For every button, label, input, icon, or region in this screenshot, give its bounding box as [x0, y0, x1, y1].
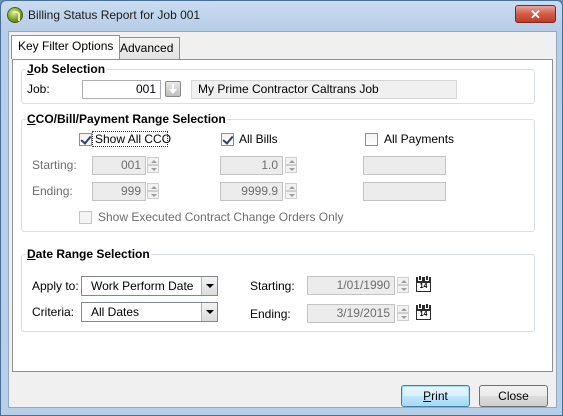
title-bar[interactable]: Billing Status Report for Job 001 ✕: [1, 1, 562, 31]
spin-down-icon[interactable]: [397, 285, 409, 293]
cco-start-input[interactable]: 001: [92, 156, 146, 175]
spin-down-icon[interactable]: [397, 313, 409, 321]
job-label: Job:: [27, 82, 50, 96]
job-lookup-arrow-icon[interactable]: [165, 81, 181, 97]
date-end-input[interactable]: 3/19/2015: [307, 304, 395, 323]
chevron-down-icon[interactable]: [201, 277, 217, 295]
criteria-dropdown[interactable]: All Dates: [81, 302, 218, 322]
criteria-value: All Dates: [91, 305, 140, 319]
bill-end-input[interactable]: 9999.9: [220, 182, 283, 201]
window-close-button[interactable]: ✕: [515, 5, 556, 23]
spin-up-icon[interactable]: [397, 277, 409, 285]
apply-to-dropdown[interactable]: Work Perform Date: [81, 276, 218, 296]
tab-advanced[interactable]: Advanced: [113, 37, 181, 59]
job-number-input[interactable]: 001: [82, 80, 161, 99]
spin-up-icon[interactable]: [147, 183, 159, 191]
close-button[interactable]: Close: [479, 385, 548, 407]
cco-end-spinner[interactable]: [147, 183, 160, 200]
dialog-client-area: Key Filter Options Advanced Job Selectio…: [8, 31, 557, 408]
spin-down-icon[interactable]: [285, 165, 297, 173]
print-button[interactable]: Print: [401, 385, 470, 407]
window-title: Billing Status Report for Job 001: [28, 8, 201, 22]
date-end-spinner[interactable]: [397, 305, 410, 322]
date-start-input[interactable]: 1/01/1990: [307, 276, 395, 295]
range-ending-label: Ending:: [32, 184, 73, 198]
all-bills-label[interactable]: All Bills: [239, 132, 278, 146]
all-payments-label[interactable]: All Payments: [384, 132, 454, 146]
spin-up-icon[interactable]: [285, 183, 297, 191]
all-bills-checkbox[interactable]: [221, 133, 234, 146]
apply-to-value: Work Perform Date: [91, 279, 194, 293]
show-executed-cco-checkbox[interactable]: [79, 211, 92, 224]
bill-end-spinner[interactable]: [285, 183, 298, 200]
criteria-label: Criteria:: [32, 305, 75, 319]
chevron-down-icon[interactable]: [201, 303, 217, 321]
job-description-field: My Prime Contractor Caltrans Job: [191, 80, 457, 99]
calendar-icon[interactable]: 14: [416, 275, 431, 292]
spin-up-icon[interactable]: [397, 305, 409, 313]
cco-end-input[interactable]: 999: [92, 182, 146, 201]
bill-start-spinner[interactable]: [285, 157, 298, 174]
job-selection-title: Job Selection: [26, 62, 107, 76]
spin-down-icon[interactable]: [147, 165, 159, 173]
spin-up-icon[interactable]: [147, 157, 159, 165]
apply-to-label: Apply to:: [32, 279, 79, 293]
cco-start-spinner[interactable]: [147, 157, 160, 174]
calendar-icon[interactable]: 14: [416, 303, 431, 320]
dialog-window: Billing Status Report for Job 001 ✕ Key …: [0, 0, 563, 416]
bill-start-input[interactable]: 1.0: [220, 156, 283, 175]
payment-end-input[interactable]: [363, 182, 446, 201]
date-starting-label: Starting:: [250, 279, 295, 293]
spin-down-icon[interactable]: [147, 191, 159, 199]
tab-panel-key-filter-options: Job Selection Job: 001 My Prime Contract…: [12, 59, 553, 372]
date-range-title: Date Range Selection: [26, 247, 151, 261]
payment-start-input[interactable]: [363, 156, 446, 175]
checkmark-icon: [80, 133, 92, 145]
show-executed-cco-label[interactable]: Show Executed Contract Change Orders Onl…: [98, 210, 343, 224]
spin-down-icon[interactable]: [285, 191, 297, 199]
checkmark-icon: [222, 133, 234, 145]
show-all-cco-checkbox[interactable]: [79, 133, 92, 146]
range-starting-label: Starting:: [32, 158, 77, 172]
show-all-cco-label[interactable]: Show All CCO: [95, 132, 171, 146]
spin-up-icon[interactable]: [285, 157, 297, 165]
app-icon: [7, 7, 23, 23]
all-payments-checkbox[interactable]: [365, 133, 378, 146]
date-ending-label: Ending:: [250, 307, 291, 321]
tab-key-filter-options[interactable]: Key Filter Options: [11, 35, 121, 59]
range-selection-title: CCO/Bill/Payment Range Selection: [26, 112, 227, 126]
date-start-spinner[interactable]: [397, 277, 410, 294]
